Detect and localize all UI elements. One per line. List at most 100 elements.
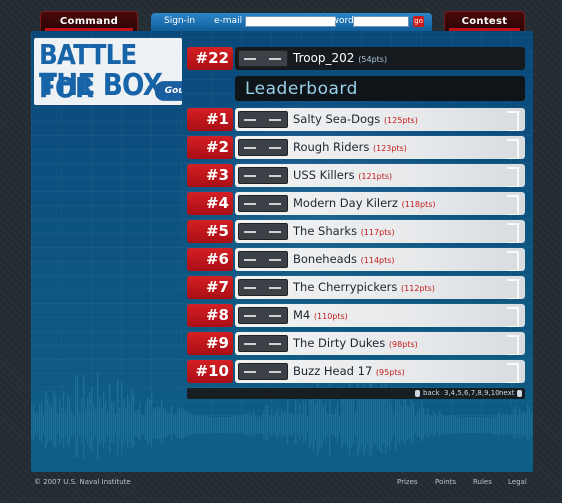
wave-bar [491, 416, 493, 434]
back-link[interactable]: back [423, 389, 440, 397]
team-name: Salty Sea-Dogs (125pts) [293, 112, 418, 126]
contest-home-tab[interactable]: Contest Home [444, 11, 525, 46]
wave-bar [61, 408, 63, 439]
wave-bar [137, 409, 139, 438]
wave-bar [425, 414, 427, 435]
next-link[interactable]: next [499, 389, 515, 397]
team-row[interactable]: Rough Riders (123pts) [235, 136, 525, 159]
team-points: (95pts) [375, 368, 405, 377]
wave-bar [293, 416, 295, 434]
wave-bar [49, 403, 51, 441]
wave-bar [33, 403, 35, 441]
wave-bar [265, 406, 267, 440]
team-points: (121pts) [358, 172, 393, 181]
wave-bar [187, 411, 189, 437]
team-name: Buzz Head 17 (95pts) [293, 364, 405, 378]
team-name-label: The Dirty Dukes [293, 336, 386, 350]
page-numbers[interactable]: 3,4,5,6,7,8,9,10 [444, 389, 500, 397]
wave-bar [255, 415, 257, 434]
wave-bar [453, 415, 455, 434]
next-arrow-icon[interactable] [517, 390, 522, 397]
wave-bar [145, 405, 147, 441]
back-arrow-icon[interactable] [415, 390, 420, 397]
wave-bar [351, 393, 353, 448]
footer-link-prizes[interactable]: Prizes [397, 478, 418, 486]
wave-bar [229, 416, 231, 434]
team-icon [238, 167, 288, 184]
footer-link-legal[interactable]: Legal [508, 478, 527, 486]
wave-bar [159, 407, 161, 439]
wave-bar [153, 409, 155, 438]
wave-bar [421, 401, 423, 443]
team-row[interactable]: The Dirty Dukes (98pts) [235, 332, 525, 355]
rank-badge: #6 [187, 248, 233, 271]
team-name-label: Buzz Head 17 [293, 364, 373, 378]
wave-bar [249, 411, 251, 437]
wave-bar [185, 410, 187, 438]
wave-bar [353, 398, 355, 445]
footer-link-points[interactable]: Points [435, 478, 456, 486]
wave-bar [183, 408, 185, 438]
wave-bar [437, 416, 439, 434]
wave-bar [497, 414, 499, 435]
team-row[interactable]: Boneheads (114pts) [235, 248, 525, 271]
wave-bar [241, 416, 243, 434]
team-icon [238, 50, 288, 67]
wave-bar [457, 415, 459, 434]
go-button[interactable]: go [413, 16, 424, 27]
wave-bar [401, 406, 403, 440]
copyright: © 2007 U.S. Naval Institute [34, 478, 131, 486]
wave-bar [515, 406, 517, 440]
wave-bar [531, 412, 533, 436]
wave-bar [149, 399, 151, 444]
footer-link-rules[interactable]: Rules [473, 478, 492, 486]
wave-bar [423, 407, 425, 439]
team-row[interactable]: The Sharks (117pts) [235, 220, 525, 243]
rank-badge: #10 [187, 360, 233, 383]
team-name: Modern Day Kilerz (118pts) [293, 196, 436, 210]
wave-bar [419, 409, 421, 438]
team-name-label: M4 [293, 308, 311, 322]
password-field[interactable] [353, 16, 409, 27]
wave-bar [167, 412, 169, 436]
wave-bar [315, 403, 317, 441]
wave-bar [215, 416, 217, 434]
wave-bar [321, 390, 323, 449]
wave-bar [41, 402, 43, 442]
wave-bar [433, 412, 435, 436]
wave-bar [91, 386, 93, 452]
wave-bar [285, 409, 287, 438]
wave-bar [471, 416, 473, 434]
wave-bar [525, 412, 527, 436]
wave-bar [179, 407, 181, 439]
wave-bar [487, 416, 489, 434]
wave-bar [445, 415, 447, 435]
team-points: (110pts) [313, 312, 348, 321]
wave-bar [505, 415, 507, 435]
team-row[interactable]: Buzz Head 17 (95pts) [235, 360, 525, 383]
battle-for-the-box-logo: BATTLE FOR THE BOX Gouge [34, 38, 182, 105]
team-row[interactable]: M4 (110pts) [235, 304, 525, 327]
wave-bar [223, 416, 225, 434]
wave-bar [501, 416, 503, 434]
wave-bar [295, 398, 297, 445]
wave-bar [263, 410, 265, 437]
team-row[interactable]: The Cherrypickers (112pts) [235, 276, 525, 299]
wave-bar [261, 416, 263, 434]
team-name: The Cherrypickers (112pts) [293, 280, 435, 294]
team-row[interactable]: Modern Day Kilerz (118pts) [235, 192, 525, 215]
wave-bar [431, 414, 433, 435]
wave-bar [279, 415, 281, 434]
wave-bar [81, 397, 83, 445]
wave-bar [303, 400, 305, 443]
wave-bar [447, 416, 449, 434]
wave-bar [115, 413, 117, 436]
wave-bar [141, 414, 143, 435]
wave-bar [79, 411, 81, 437]
team-row[interactable]: USS Killers (121pts) [235, 164, 525, 187]
wave-bar [479, 416, 481, 434]
team-icon [238, 251, 288, 268]
wave-bar [87, 398, 89, 445]
team-row[interactable]: Salty Sea-Dogs (125pts) [235, 108, 525, 131]
command-central-tab[interactable]: Command Central [40, 11, 138, 46]
